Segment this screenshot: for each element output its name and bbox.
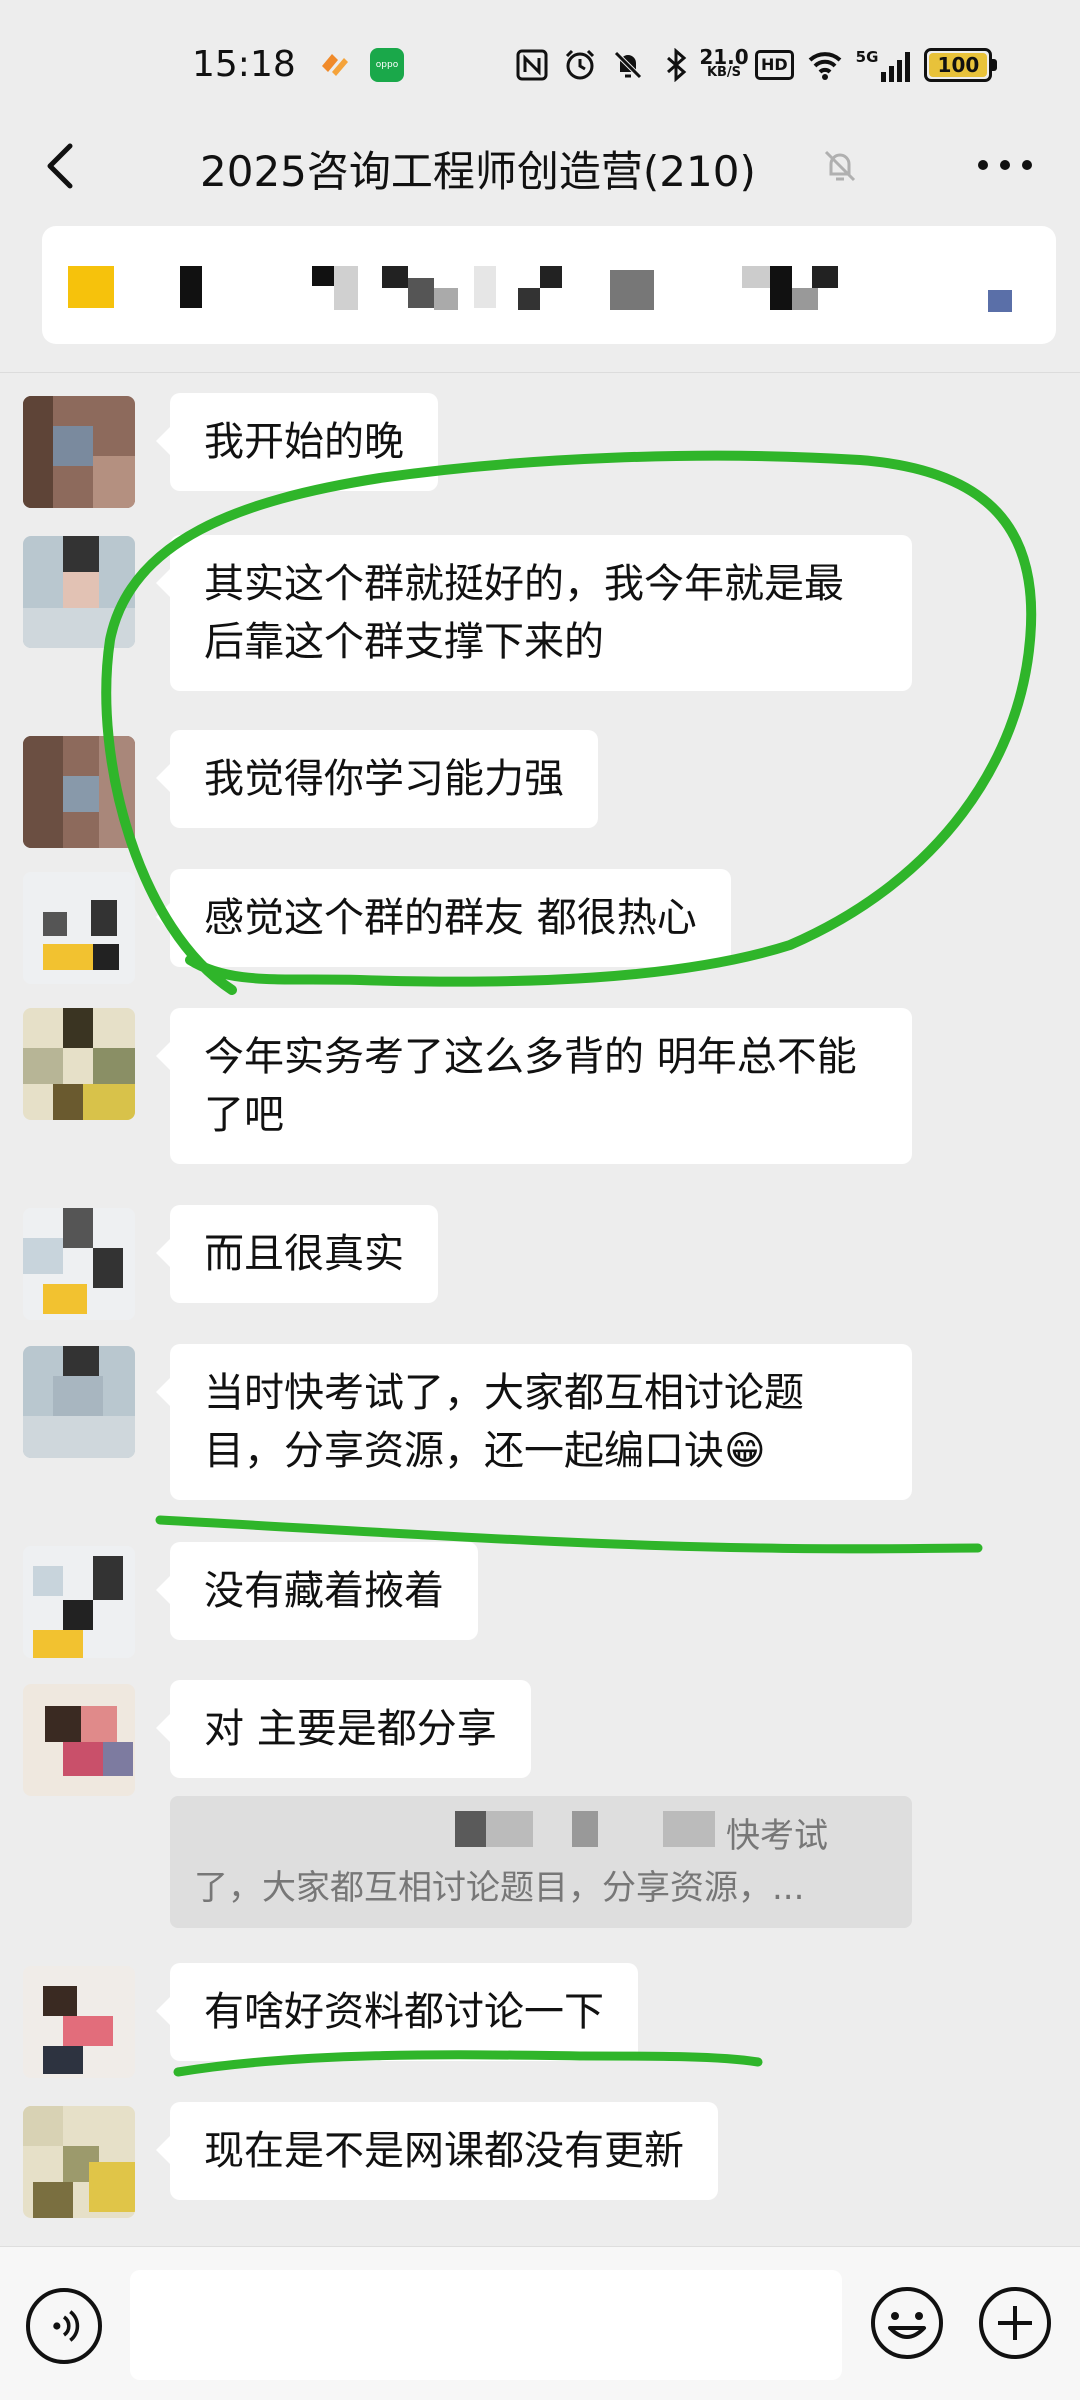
message-text: 当时快考试了，大家都互相讨论题目，分享资源，还一起编口诀😁 [204,1370,804,1474]
message-input[interactable] [130,2270,842,2380]
nfc-icon [516,49,548,81]
quote-sender-blurred [455,1811,716,1847]
mute-icon [824,150,856,182]
message-text: 今年实务考了这么多背的 明年总不能了吧 [204,1034,857,1138]
message-bubble[interactable]: 其实这个群就挺好的，我今年就是最后靠这个群支撑下来的 [156,535,912,691]
divider [0,372,1080,373]
message-bubble[interactable]: 现在是不是网课都没有更新 [156,2102,718,2200]
message-bubble[interactable]: 我开始的晚 [156,393,438,491]
oppo-app-icon: oppo [370,48,404,82]
message-bubble[interactable]: 有啥好资料都讨论一下 [156,1963,638,2061]
avatar[interactable] [23,1966,135,2078]
message-text: 对 主要是都分享 [204,1706,497,1752]
quote-line2: 了，大家都互相讨论题目，分享资源，... [194,1868,805,1908]
message-bubble[interactable]: 感觉这个群的群友 都很热心 [156,869,731,967]
message-text: 我觉得你学习能力强 [204,756,564,802]
status-bar: 15:18 oppo 21.0 KB/S HD 5G 100 [0,0,1080,130]
status-time: 15:18 [192,44,296,85]
signal-5g-label: 5G [855,48,879,66]
avatar[interactable] [23,536,135,648]
avatar[interactable] [23,872,135,984]
more-icon[interactable] [975,155,1035,175]
message-text: 我开始的晚 [204,419,404,465]
message-bubble[interactable]: 今年实务考了这么多背的 明年总不能了吧 [156,1008,912,1164]
emoji-icon[interactable] [868,2284,946,2362]
avatar[interactable] [23,1008,135,1120]
battery-icon: 100 [924,48,998,82]
avatar[interactable] [23,2106,135,2218]
bluetooth-icon [667,48,687,82]
pinned-notice[interactable] [42,226,1056,344]
plus-icon[interactable] [976,2284,1054,2362]
message-text: 而且很真实 [204,1231,404,1277]
app-icon-orange [322,54,348,76]
message-text: 没有藏着掖着 [204,1568,444,1614]
message-bubble[interactable]: 当时快考试了，大家都互相讨论题目，分享资源，还一起编口诀😁 [156,1344,912,1500]
avatar[interactable] [23,1346,135,1458]
message-text: 现在是不是网课都没有更新 [204,2128,684,2174]
message-bubble[interactable]: 而且很真实 [156,1205,438,1303]
message-text: 其实这个群就挺好的，我今年就是最后靠这个群支撑下来的 [204,561,844,665]
quoted-message[interactable]: 快考试 了，大家都互相讨论题目，分享资源，... [170,1796,912,1928]
mute-bell-icon [614,51,642,79]
message-bubble[interactable]: 对 主要是都分享 [156,1680,531,1778]
message-text: 感觉这个群的群友 都很热心 [204,895,697,941]
voice-icon[interactable] [26,2288,102,2364]
hd-badge: HD [755,50,794,80]
message-bubble[interactable]: 没有藏着掖着 [156,1542,478,1640]
quote-line1: 快考试 [726,1816,828,1856]
network-speed-value: 21.0 [699,45,749,69]
avatar[interactable] [23,1208,135,1320]
avatar[interactable] [23,736,135,848]
message-text: 有啥好资料都讨论一下 [204,1989,604,2035]
cell-signal-icon [881,52,911,82]
message-bubble[interactable]: 我觉得你学习能力强 [156,730,598,828]
battery-level: 100 [937,53,980,77]
network-speed: 21.0 KB/S [699,47,748,82]
cell-signal: 5G [856,48,911,82]
back-icon[interactable] [40,140,80,192]
avatar[interactable] [23,1684,135,1796]
alarm-icon [565,49,595,80]
avatar[interactable] [23,396,135,508]
chat-title: 2025咨询工程师创造营(210) [200,147,756,196]
avatar[interactable] [23,1546,135,1658]
wifi-icon [808,52,842,80]
